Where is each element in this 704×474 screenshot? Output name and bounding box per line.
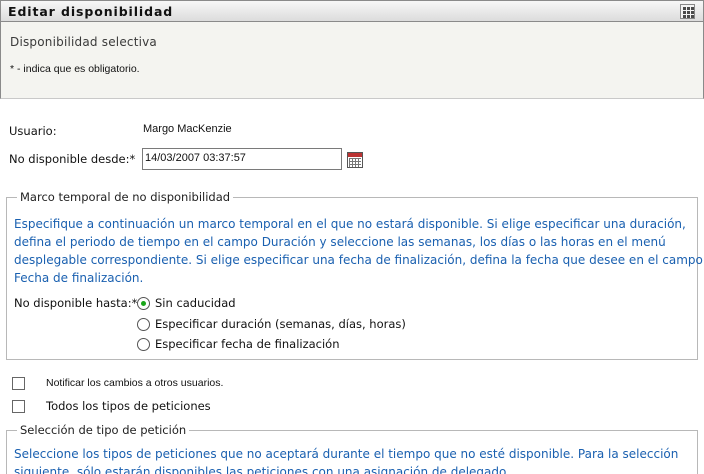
timeframe-info-line: defina el periodo de tiempo en el campo …: [14, 235, 666, 249]
timeframe-info-line: Especifique a continuación un marco temp…: [14, 217, 686, 231]
required-note: * - indica que es obligatorio.: [10, 63, 140, 75]
calendar-icon[interactable]: [347, 152, 363, 168]
grid-menu-icon[interactable]: [680, 4, 695, 19]
user-label: Usuario:: [9, 124, 57, 138]
all-request-types-label: Todos los tipos de peticiones: [46, 399, 211, 413]
radio-end-date[interactable]: Especificar fecha de finalización: [137, 337, 340, 351]
radio-label: Sin caducidad: [155, 296, 236, 310]
radio-button[interactable]: [137, 317, 150, 331]
request-type-legend: Selección de tipo de petición: [17, 423, 190, 437]
request-type-info: Seleccione los tipos de peticiones que n…: [14, 445, 678, 474]
radio-label: Especificar fecha de finalización: [155, 337, 340, 351]
notify-label: Notificar los cambios a otros usuarios.: [46, 377, 224, 389]
title-bar: Editar disponibilidad: [0, 0, 704, 22]
header-panel: Disponibilidad selectiva * - indica que …: [0, 22, 704, 99]
radio-duration[interactable]: Especificar duración (semanas, días, hor…: [137, 317, 406, 331]
timeframe-info-line: desplegable correspondiente. Si elige es…: [14, 253, 703, 267]
radio-label: Especificar duración (semanas, días, hor…: [155, 317, 406, 331]
request-type-info-line: Seleccione los tipos de peticiones que n…: [14, 447, 679, 461]
notify-checkbox[interactable]: [12, 377, 25, 390]
radio-button[interactable]: [137, 337, 150, 351]
request-type-info-line: siguiente, sólo estarán disponibles las …: [14, 465, 510, 474]
radio-button-selected[interactable]: [137, 296, 150, 310]
radio-no-expiry[interactable]: Sin caducidad: [137, 296, 236, 310]
unavailable-until-label: No disponible hasta:*: [14, 296, 138, 310]
page-subtitle: Disponibilidad selectiva: [10, 35, 157, 49]
timeframe-info: Especifique a continuación un marco temp…: [14, 215, 703, 287]
all-request-types-checkbox[interactable]: [12, 400, 25, 413]
page-title: Editar disponibilidad: [8, 4, 174, 19]
unavailable-from-input[interactable]: 14/03/2007 03:37:57: [142, 148, 342, 170]
timeframe-info-line: Fecha de finalización.: [14, 271, 144, 285]
timeframe-legend: Marco temporal de no disponibilidad: [17, 190, 234, 204]
unavailable-from-label: No disponible desde:*: [9, 152, 136, 166]
user-value: Margo MacKenzie: [143, 123, 232, 135]
